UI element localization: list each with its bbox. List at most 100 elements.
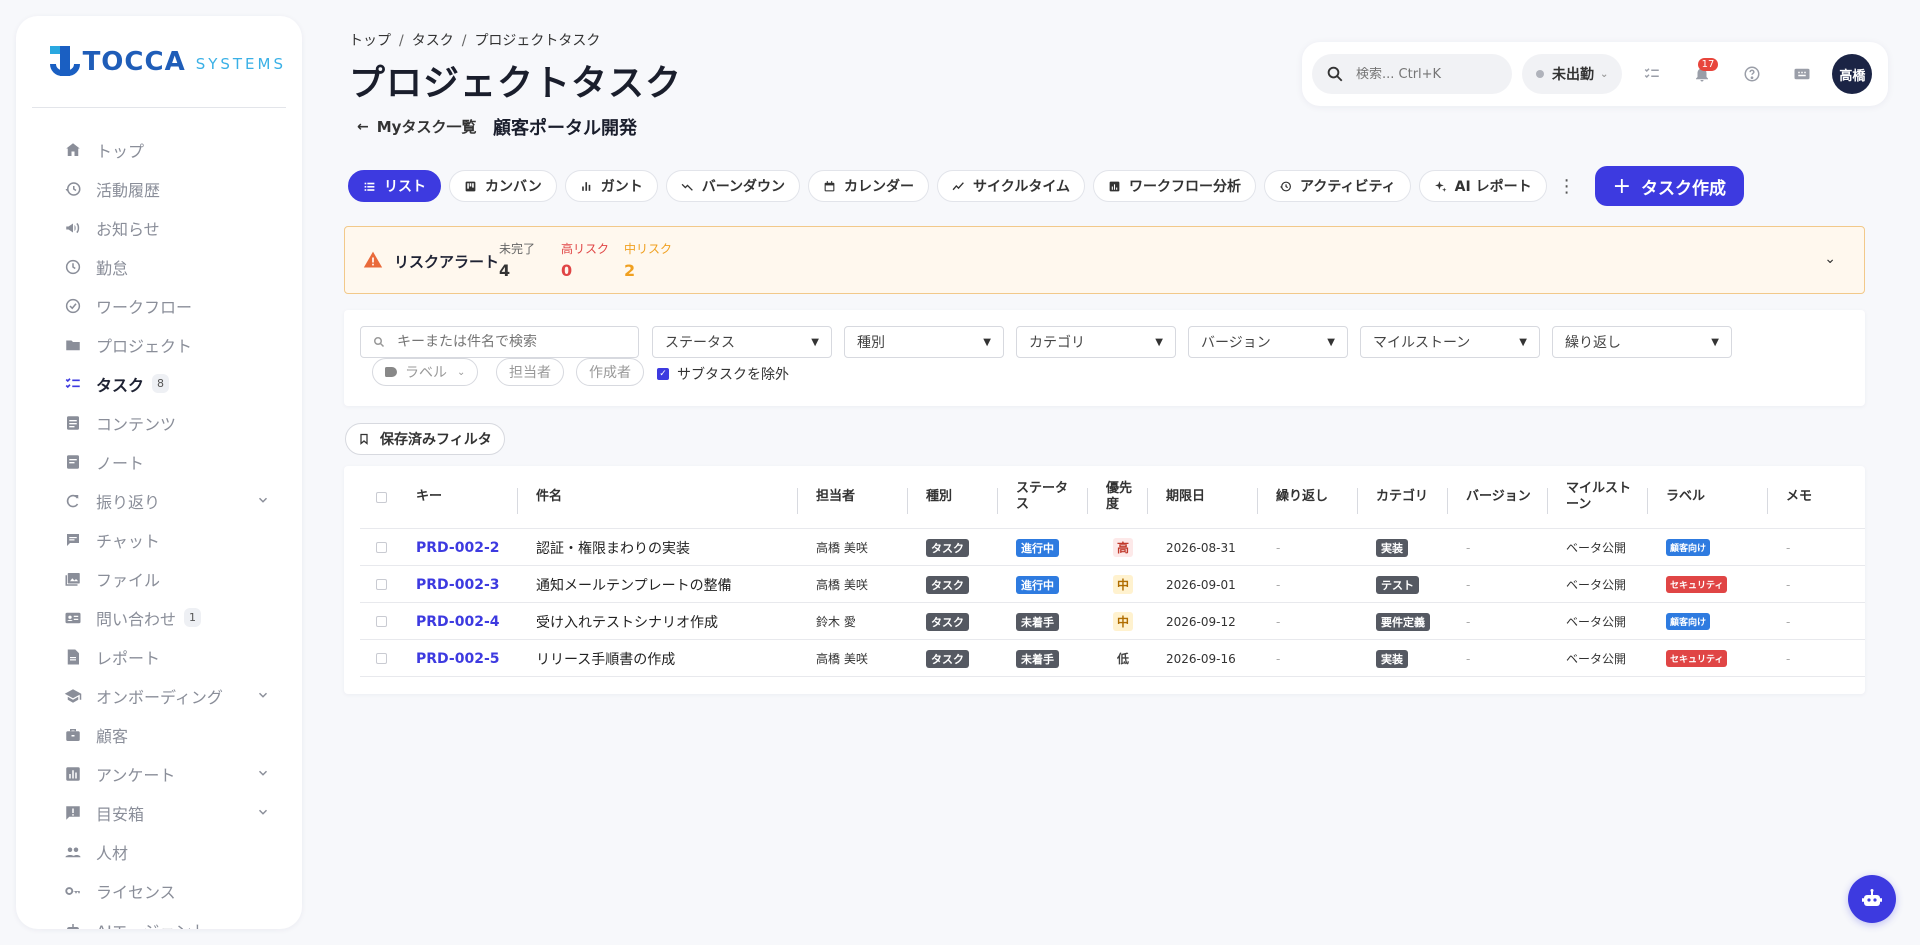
sidebar-item[interactable]: 勤怠	[16, 247, 302, 286]
filter-milestone-select[interactable]: マイルストーン ▼	[1360, 326, 1540, 358]
sidebar-item[interactable]: ワークフロー	[16, 286, 302, 325]
filter-author-chip[interactable]: 作成者	[576, 358, 644, 386]
tab-gantt[interactable]: ガント	[564, 170, 658, 202]
filter-status-select[interactable]: ステータス ▼	[652, 326, 832, 358]
back-link[interactable]: ← Myタスク一覧	[357, 116, 476, 137]
task-subject[interactable]: 通知メールテンプレートの整備	[536, 566, 732, 603]
keyboard-icon	[1794, 68, 1810, 80]
col-header-type[interactable]: 種別	[926, 466, 952, 528]
breadcrumb-item[interactable]: トップ	[349, 33, 391, 49]
label-badge: セキュリティ	[1666, 650, 1728, 667]
sidebar-item[interactable]: AIエージェント	[16, 910, 302, 929]
risk-alert[interactable]: リスクアラート 未完了 4 高リスク 0 中リスク 2 ⌄	[344, 226, 1865, 294]
tab-trend[interactable]: サイクルタイム	[937, 170, 1086, 202]
row-checkbox[interactable]	[376, 603, 387, 640]
col-header-memo[interactable]: メモ	[1786, 466, 1812, 528]
table-row[interactable]: PRD-002-4 受け入れテストシナリオ作成 鈴木 愛 タスク 未着手 中 2026-09…	[360, 602, 1865, 639]
sidebar-item[interactable]: トップ	[16, 130, 302, 169]
task-subject[interactable]: リリース手順書の作成	[536, 640, 675, 677]
select-all-checkbox[interactable]	[376, 491, 387, 503]
task-subject[interactable]: 認証・権限まわりの実装	[536, 529, 690, 566]
sidebar-item[interactable]: 振り返り	[16, 481, 302, 520]
notifications-button[interactable]: 17	[1682, 54, 1722, 94]
chevron-down-icon[interactable]: ⌄	[1824, 251, 1836, 267]
help-button[interactable]	[1732, 54, 1772, 94]
avatar[interactable]: 高橋	[1832, 54, 1873, 94]
tab-activity[interactable]: アクティビティ	[1264, 170, 1411, 202]
table-row[interactable]: PRD-002-3 通知メールテンプレートの整備 高橋 美咲 タスク 進行中 中 2026-…	[360, 565, 1865, 602]
keyboard-button[interactable]	[1782, 54, 1822, 94]
saved-filter-button[interactable]: 保存済みフィルタ	[345, 423, 505, 455]
col-header-label[interactable]: ラベル	[1666, 466, 1705, 528]
col-header-subject[interactable]: 件名	[536, 466, 562, 528]
col-header-assignee[interactable]: 担当者	[816, 466, 855, 528]
sidebar-item[interactable]: タスク 8	[16, 364, 302, 403]
sidebar-item-label: 勤怠	[96, 258, 129, 278]
row-checkbox[interactable]	[376, 566, 387, 603]
col-header-status[interactable]: ステータス	[1016, 466, 1076, 528]
sidebar-item[interactable]: コンテンツ	[16, 403, 302, 442]
task-key-link[interactable]: PRD-002-5	[416, 640, 500, 677]
table-row[interactable]: PRD-002-5 リリース手順書の作成 高橋 美咲 タスク 未着手 低 2026-09-1…	[360, 639, 1865, 676]
sidebar-item[interactable]: 活動履歴	[16, 169, 302, 208]
tab-calendar[interactable]: カレンダー	[808, 170, 930, 202]
sidebar-item[interactable]: ファイル	[16, 559, 302, 598]
sidebar-item[interactable]: オンボーディング	[16, 676, 302, 715]
breadcrumb-item[interactable]: タスク	[412, 33, 454, 49]
sidebar-item[interactable]: 顧客	[16, 715, 302, 754]
filter-search[interactable]	[360, 326, 639, 358]
task-label: 顧客向け	[1666, 529, 1711, 566]
global-search-input[interactable]	[1356, 66, 1496, 82]
task-subject[interactable]: 受け入れテストシナリオ作成	[536, 603, 718, 640]
filter-label-chip[interactable]: ラベル ⌄	[372, 358, 479, 386]
task-key-link[interactable]: PRD-002-2	[416, 529, 500, 566]
task-key-link[interactable]: PRD-002-3	[416, 566, 500, 603]
more-options-icon[interactable]: ⋮	[1555, 170, 1579, 202]
history-icon	[65, 181, 81, 196]
logo[interactable]: TOCCA SYSTEMS	[32, 16, 286, 108]
sidebar-item[interactable]: 目安箱	[16, 793, 302, 832]
filter-search-input[interactable]	[397, 334, 617, 350]
tab-list[interactable]: リスト	[348, 170, 441, 202]
checkbox-checked[interactable]: ✓	[657, 368, 669, 380]
sidebar-item[interactable]: レポート	[16, 637, 302, 676]
filter-assignee-chip[interactable]: 担当者	[496, 358, 564, 386]
sidebar-item[interactable]: 人材	[16, 832, 302, 871]
create-task-button[interactable]: + タスク作成	[1594, 166, 1745, 206]
col-header-version[interactable]: バージョン	[1466, 466, 1531, 528]
sidebar-item[interactable]: 問い合わせ 1	[16, 598, 302, 637]
exclude-subtasks-checkbox[interactable]: ✓ サブタスクを除外	[657, 364, 789, 384]
col-header-key[interactable]: キー	[416, 466, 442, 528]
tab-burndown[interactable]: バーンダウン	[665, 170, 801, 202]
filter-version-select[interactable]: バージョン ▼	[1188, 326, 1348, 358]
col-header-priority[interactable]: 優先度	[1106, 466, 1136, 528]
col-header-milestone[interactable]: マイルストーン	[1566, 466, 1634, 528]
filter-category-select[interactable]: カテゴリ ▼	[1016, 326, 1176, 358]
tab-sparkle[interactable]: AI レポート	[1418, 170, 1547, 202]
select-all-header[interactable]	[376, 466, 387, 528]
task-key-link[interactable]: PRD-002-4	[416, 603, 500, 640]
search-icon	[374, 337, 385, 348]
attendance-status[interactable]: 未出勤 ⌄	[1522, 54, 1623, 94]
col-header-category[interactable]: カテゴリ	[1376, 466, 1428, 528]
col-header-recurrence[interactable]: 繰り返し	[1276, 466, 1328, 528]
sidebar-item[interactable]: お知らせ	[16, 208, 302, 247]
task-recurrence: -	[1276, 577, 1281, 592]
sidebar-item[interactable]: プロジェクト	[16, 325, 302, 364]
sidebar-item[interactable]: ライセンス	[16, 871, 302, 910]
ai-assistant-button[interactable]	[1848, 875, 1896, 923]
table-row[interactable]: PRD-002-2 認証・権限まわりの実装 高橋 美咲 タスク 進行中 高 2026-08-…	[360, 528, 1865, 565]
tab-analytics[interactable]: ワークフロー分析	[1093, 170, 1257, 202]
task-assignee: 鈴木 愛	[816, 615, 856, 629]
global-search[interactable]	[1312, 54, 1512, 94]
filter-recurrence-select[interactable]: 繰り返し ▼	[1552, 326, 1732, 358]
col-header-due[interactable]: 期限日	[1166, 466, 1205, 528]
sidebar-item[interactable]: アンケート	[16, 754, 302, 793]
sidebar-item[interactable]: チャット	[16, 520, 302, 559]
row-checkbox[interactable]	[376, 640, 387, 677]
task-check-button[interactable]	[1632, 54, 1672, 94]
row-checkbox[interactable]	[376, 529, 387, 566]
tab-kanban[interactable]: カンバン	[449, 170, 557, 202]
sidebar-item[interactable]: ノート	[16, 442, 302, 481]
filter-type-select[interactable]: 種別 ▼	[844, 326, 1004, 358]
